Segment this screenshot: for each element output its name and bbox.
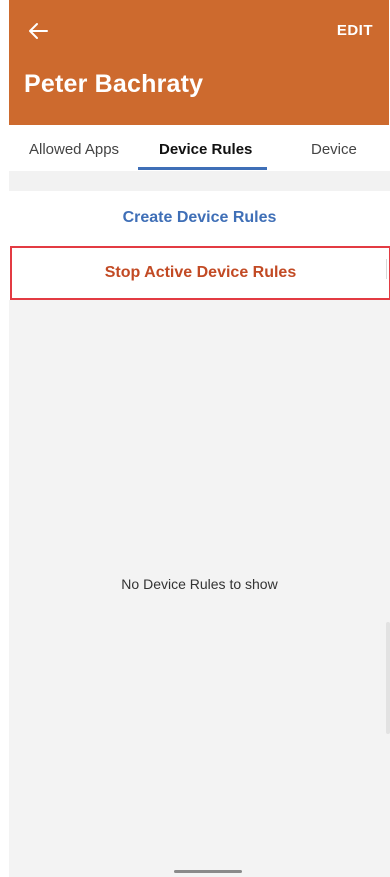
empty-state-message: No Device Rules to show (121, 576, 278, 592)
home-indicator[interactable] (174, 870, 242, 873)
tab-allowed-apps[interactable]: Allowed Apps (29, 141, 119, 158)
app-bar: EDIT Peter Bachraty (9, 0, 389, 125)
section-divider (9, 171, 390, 191)
tab-bar: Allowed Apps Device Rules Device (9, 125, 390, 171)
stop-active-device-rules-button[interactable]: Stop Active Device Rules (10, 246, 390, 300)
edge-marker (386, 259, 387, 279)
back-button[interactable] (25, 18, 51, 44)
tab-device-rules[interactable]: Device Rules (159, 141, 252, 158)
create-device-rules-button[interactable]: Create Device Rules (9, 191, 390, 245)
edit-button[interactable]: EDIT (337, 22, 373, 39)
page-title: Peter Bachraty (24, 70, 204, 98)
active-tab-indicator (138, 167, 267, 170)
tab-device[interactable]: Device (311, 141, 357, 158)
rules-list-empty-area: No Device Rules to show (9, 300, 390, 877)
arrow-left-icon (29, 23, 48, 39)
scroll-handle[interactable] (386, 622, 390, 734)
